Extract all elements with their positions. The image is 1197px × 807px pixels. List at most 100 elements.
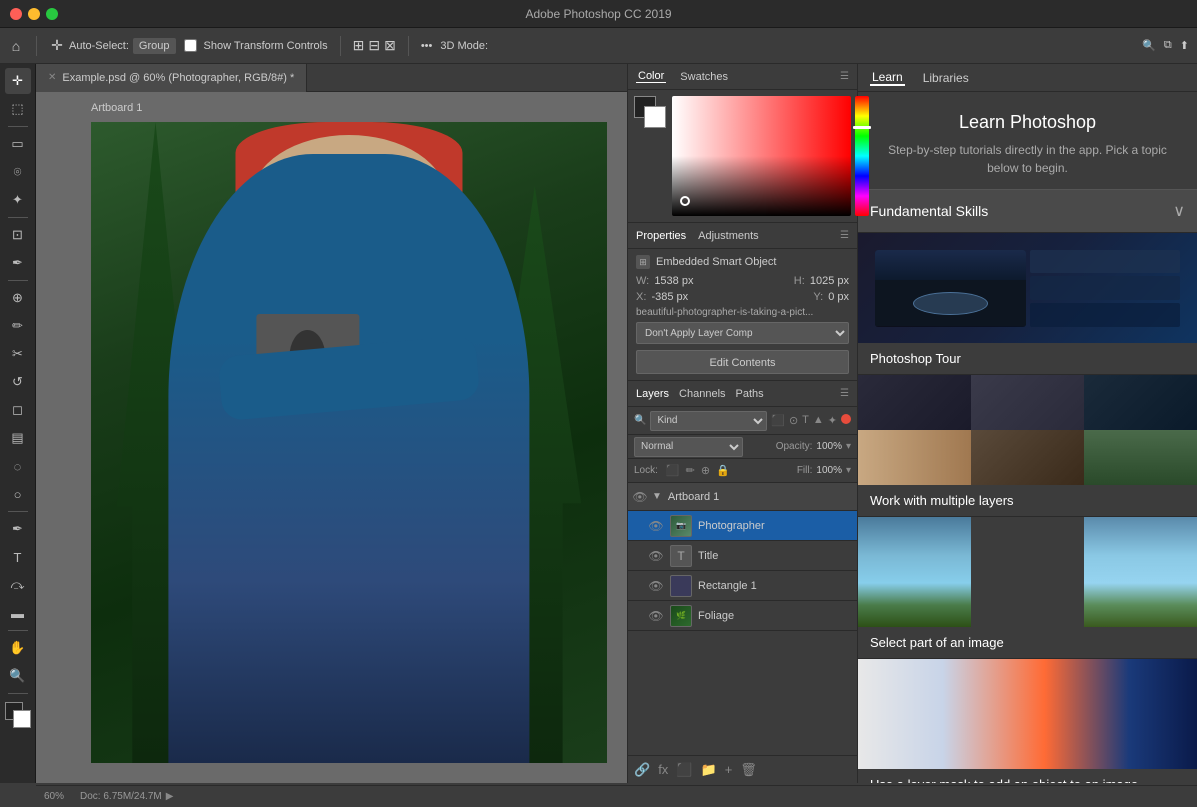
blend-mode-dropdown[interactable]: Normal bbox=[634, 437, 743, 457]
filter-toggle[interactable] bbox=[841, 414, 851, 424]
learn-tab[interactable]: Learn bbox=[870, 70, 905, 86]
quick-select-tool[interactable]: ✦ bbox=[5, 187, 31, 213]
hue-slider[interactable] bbox=[855, 96, 869, 216]
height-value[interactable]: 1025 px bbox=[810, 275, 849, 287]
artboard-visibility[interactable]: 👁 bbox=[632, 489, 648, 505]
eraser-tool[interactable]: ◻ bbox=[5, 397, 31, 423]
arrange-button[interactable]: ⧉ bbox=[1164, 39, 1172, 52]
fundamental-skills-chevron[interactable]: ∨ bbox=[1173, 201, 1185, 221]
more-options-button[interactable]: ••• bbox=[421, 40, 433, 52]
color-panel-menu[interactable]: ☰ bbox=[840, 71, 849, 82]
title-visibility[interactable]: 👁 bbox=[648, 548, 664, 564]
artboard-expand-icon[interactable]: ▼ bbox=[652, 491, 662, 502]
properties-tab[interactable]: Properties bbox=[636, 230, 686, 242]
crop-tool[interactable]: ⊡ bbox=[5, 222, 31, 248]
history-brush[interactable]: ↺ bbox=[5, 369, 31, 395]
title-layer[interactable]: 👁 T Title bbox=[628, 541, 857, 571]
lock-pixels-icon[interactable]: ⬛ bbox=[666, 464, 680, 477]
lasso-tool[interactable]: ⌾ bbox=[5, 159, 31, 185]
hand-tool[interactable]: ✋ bbox=[5, 635, 31, 661]
shape-filter-icon[interactable]: ▲ bbox=[813, 414, 824, 427]
search-button[interactable]: 🔍 bbox=[1142, 39, 1156, 52]
move-tool[interactable]: ✛ bbox=[5, 68, 31, 94]
foliage-visibility[interactable]: 👁 bbox=[648, 608, 664, 624]
close-tab-icon[interactable]: ✕ bbox=[48, 72, 56, 83]
layer-comp-dropdown[interactable]: Don't Apply Layer Comp bbox=[636, 322, 849, 344]
delete-layer-icon[interactable]: 🗑 bbox=[740, 762, 757, 778]
lock-position-icon[interactable]: ✏ bbox=[686, 464, 695, 477]
rectangle-layer[interactable]: 👁 Rectangle 1 bbox=[628, 571, 857, 601]
channels-tab[interactable]: Channels bbox=[679, 388, 725, 400]
smart-filter-icon[interactable]: ✦ bbox=[828, 414, 837, 427]
group-dropdown[interactable]: Group bbox=[133, 38, 176, 54]
share-button[interactable]: ⬆ bbox=[1180, 39, 1189, 52]
color-picker-handle[interactable] bbox=[680, 196, 690, 206]
filter-type-dropdown[interactable]: Kind bbox=[650, 411, 767, 431]
zoom-tool[interactable]: 🔍 bbox=[5, 663, 31, 689]
x-value[interactable]: -385 px bbox=[651, 291, 688, 303]
adjustments-tab[interactable]: Adjustments bbox=[698, 230, 759, 242]
adjustment-filter-icon[interactable]: ⊙ bbox=[789, 414, 798, 427]
swatches-tab[interactable]: Swatches bbox=[678, 71, 730, 83]
eyedropper-tool[interactable]: ✒ bbox=[5, 250, 31, 276]
layer-mask-card[interactable]: Use a layer mask to add an object to an … bbox=[858, 659, 1197, 783]
brush-tool[interactable]: ✏ bbox=[5, 313, 31, 339]
layers-tab[interactable]: Layers bbox=[636, 388, 669, 400]
fundamental-skills-header[interactable]: Fundamental Skills ∨ bbox=[858, 189, 1197, 233]
transform-controls[interactable]: Show Transform Controls bbox=[184, 39, 328, 52]
rectangle-visibility[interactable]: 👁 bbox=[648, 578, 664, 594]
blur-tool[interactable]: ◌ bbox=[5, 453, 31, 479]
multiple-layers-card[interactable]: Work with multiple layers bbox=[858, 375, 1197, 517]
transform-checkbox[interactable] bbox=[184, 39, 197, 52]
color-gradient[interactable] bbox=[672, 96, 851, 216]
minimize-button[interactable] bbox=[28, 8, 40, 20]
home-button[interactable]: ⌂ bbox=[8, 38, 24, 54]
opacity-value[interactable]: 100% bbox=[816, 441, 842, 452]
layers-menu[interactable]: ☰ bbox=[840, 388, 849, 399]
color-picker[interactable] bbox=[5, 702, 31, 728]
fill-arrow[interactable]: ▾ bbox=[846, 465, 851, 476]
artboard-group[interactable]: 👁 ▼ Artboard 1 bbox=[628, 483, 857, 511]
marquee-tool[interactable]: ▭ bbox=[5, 131, 31, 157]
path-select-tool[interactable]: ⤼ bbox=[5, 572, 31, 598]
lock-artboard-icon[interactable]: ⊕ bbox=[701, 464, 710, 477]
width-value[interactable]: 1538 px bbox=[654, 275, 693, 287]
new-group-icon[interactable]: 📁 bbox=[701, 762, 717, 778]
layer-mask-icon[interactable]: ⬛ bbox=[676, 762, 692, 778]
align-center-icon[interactable]: ⊟ bbox=[368, 37, 380, 54]
color-gradient-container[interactable] bbox=[672, 96, 851, 216]
background-swatch[interactable] bbox=[644, 106, 666, 128]
document-tab[interactable]: ✕ Example.psd @ 60% (Photographer, RGB/8… bbox=[36, 64, 307, 92]
photographer-visibility[interactable]: 👁 bbox=[648, 518, 664, 534]
color-swatch-box[interactable] bbox=[634, 96, 666, 128]
pen-tool[interactable]: ✒ bbox=[5, 516, 31, 542]
layer-effects-icon[interactable]: fx bbox=[658, 762, 668, 778]
paths-tab[interactable]: Paths bbox=[736, 388, 764, 400]
align-right-icon[interactable]: ⊠ bbox=[384, 37, 396, 54]
pixel-filter-icon[interactable]: ⬛ bbox=[771, 414, 785, 427]
link-layers-icon[interactable]: 🔗 bbox=[634, 762, 650, 778]
type-filter-icon[interactable]: T bbox=[802, 414, 809, 427]
maximize-button[interactable] bbox=[46, 8, 58, 20]
edit-contents-button[interactable]: Edit Contents bbox=[636, 350, 849, 374]
background-color[interactable] bbox=[13, 710, 31, 728]
fill-value[interactable]: 100% bbox=[816, 465, 842, 476]
new-layer-icon[interactable]: + bbox=[725, 762, 733, 778]
y-value[interactable]: 0 px bbox=[828, 291, 849, 303]
close-button[interactable] bbox=[10, 8, 22, 20]
align-tools[interactable]: ⊞ ⊟ ⊠ bbox=[353, 37, 396, 54]
photoshop-tour-card[interactable]: Photoshop Tour bbox=[858, 233, 1197, 375]
type-tool[interactable]: T bbox=[5, 544, 31, 570]
clone-stamp[interactable]: ✂ bbox=[5, 341, 31, 367]
libraries-tab[interactable]: Libraries bbox=[921, 71, 971, 85]
opacity-arrow[interactable]: ▾ bbox=[846, 441, 851, 452]
photographer-layer[interactable]: 👁 📷 Photographer bbox=[628, 511, 857, 541]
3d-mode[interactable]: 3D Mode: bbox=[440, 40, 488, 52]
dodge-tool[interactable]: ○ bbox=[5, 481, 31, 507]
foliage-layer[interactable]: 👁 🌿 Foliage bbox=[628, 601, 857, 631]
artboard-tool[interactable]: ⬚ bbox=[5, 96, 31, 122]
shape-tool[interactable]: ▬ bbox=[5, 600, 31, 626]
gradient-tool[interactable]: ▤ bbox=[5, 425, 31, 451]
healing-brush[interactable]: ⊕ bbox=[5, 285, 31, 311]
select-part-card[interactable]: Select part of an image bbox=[858, 517, 1197, 659]
